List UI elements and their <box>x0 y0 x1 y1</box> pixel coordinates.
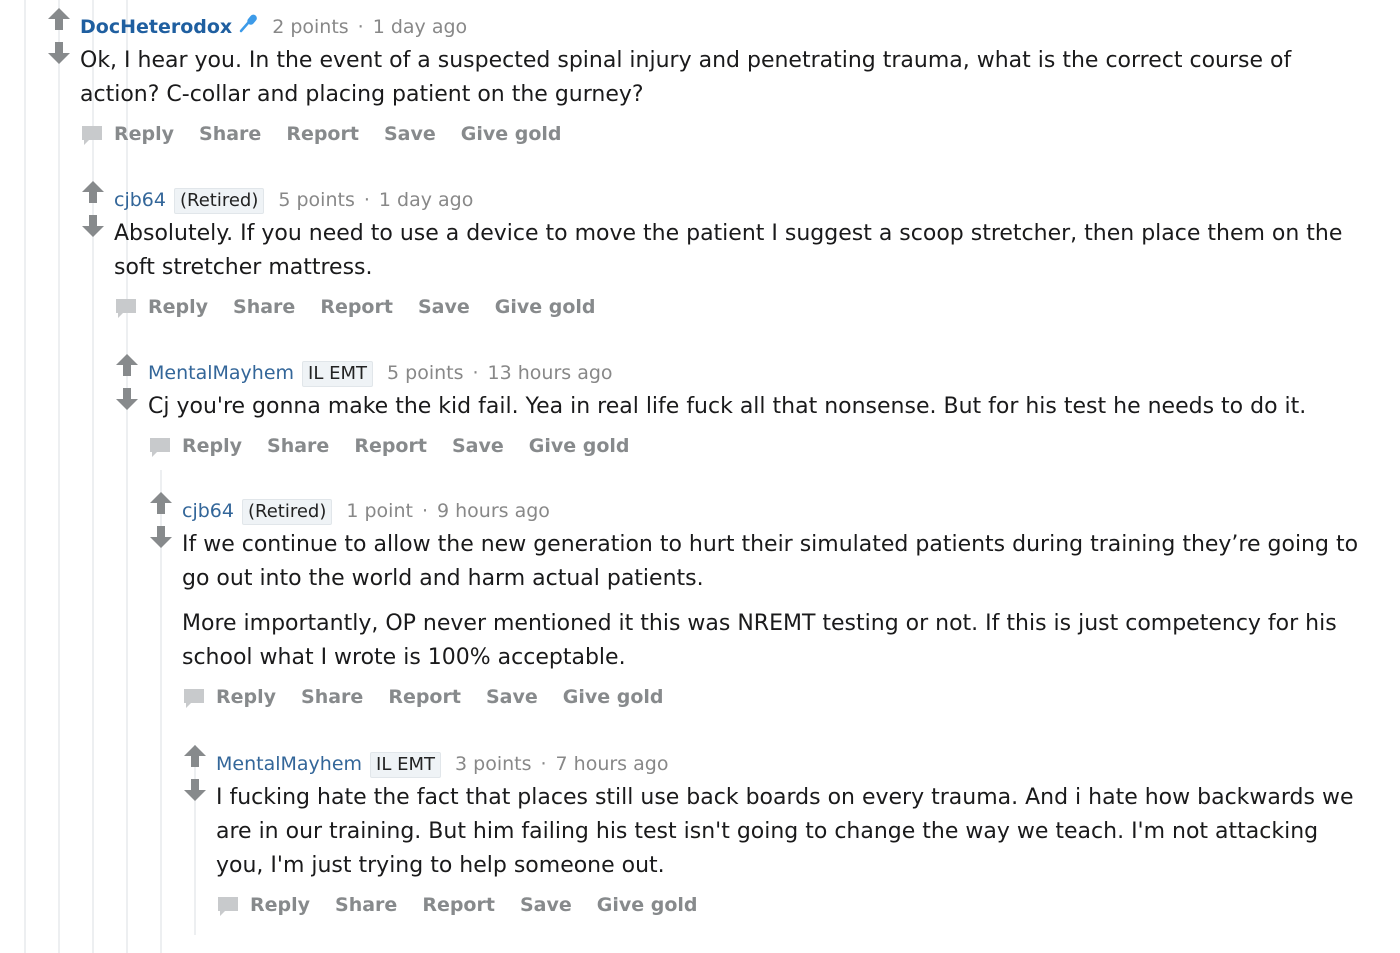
share-button[interactable]: Share <box>199 123 261 145</box>
speech-bubble-icon <box>184 688 204 708</box>
comment-meta: DocHeterodox 2 points · 1 day ago <box>80 12 1360 42</box>
thread-line-level-5[interactable] <box>194 745 196 935</box>
share-button[interactable]: Share <box>233 296 295 318</box>
comment-paragraph: Ok, I hear you. In the event of a suspec… <box>80 48 1292 107</box>
report-button[interactable]: Report <box>320 296 393 318</box>
comment-text: Absolutely. If you need to use a device … <box>114 217 1364 285</box>
thread-line-level-0[interactable] <box>24 0 26 953</box>
microphone-icon <box>238 12 260 43</box>
upvote-arrow-icon[interactable] <box>80 179 106 205</box>
reply-button[interactable]: Reply <box>114 296 208 318</box>
comment-actions: Reply Share Report Save Give gold <box>80 119 1360 149</box>
comment-actions: Reply Share Report Save Give gold <box>148 431 1373 461</box>
save-button[interactable]: Save <box>520 894 572 916</box>
author-link[interactable]: cjb64 <box>114 189 166 211</box>
reply-button[interactable]: Reply <box>80 123 174 145</box>
save-button[interactable]: Save <box>452 435 504 457</box>
user-flair: IL EMT <box>302 361 373 387</box>
separator-dot: · <box>357 16 364 38</box>
give-gold-button[interactable]: Give gold <box>529 435 630 457</box>
comment-paragraph: I fucking hate the fact that places stil… <box>216 785 1354 878</box>
report-button[interactable]: Report <box>354 435 427 457</box>
comment-meta: cjb64 (Retired) 5 points · 1 day ago <box>114 185 1364 215</box>
author-link[interactable]: MentalMayhem <box>148 362 294 384</box>
timestamp[interactable]: 9 hours ago <box>437 500 550 522</box>
save-button[interactable]: Save <box>418 296 470 318</box>
comment-paragraph: Absolutely. If you need to use a device … <box>114 221 1343 280</box>
reply-button[interactable]: Reply <box>148 435 242 457</box>
points: 3 points <box>455 753 532 775</box>
speech-bubble-icon <box>82 125 102 145</box>
thread-line-level-1[interactable] <box>58 0 60 953</box>
comment-body: MentalMayhem IL EMT 5 points · 13 hours ago … <box>148 358 1373 461</box>
upvote-arrow-icon[interactable] <box>148 490 174 516</box>
speech-bubble-icon <box>150 437 170 457</box>
report-button[interactable]: Report <box>286 123 359 145</box>
user-flair: IL EMT <box>370 752 441 778</box>
upvote-arrow-icon[interactable] <box>182 743 208 769</box>
report-button[interactable]: Report <box>422 894 495 916</box>
comment-body: cjb64 (Retired) 1 point · 9 hours ago If we … <box>182 496 1377 712</box>
comment-body: cjb64 (Retired) 5 points · 1 day ago Absolut… <box>114 185 1364 322</box>
speech-bubble-icon <box>116 298 136 318</box>
comment-actions: Reply Share Report Save Give gold <box>114 292 1364 322</box>
comment-text: I fucking hate the fact that places stil… <box>216 781 1361 883</box>
upvote-arrow-icon[interactable] <box>46 6 72 32</box>
author-link[interactable]: MentalMayhem <box>216 753 362 775</box>
author-link[interactable]: cjb64 <box>182 500 234 522</box>
separator-dot: · <box>363 189 370 211</box>
comment-actions: Reply Share Report Save Give gold <box>182 682 1377 712</box>
comment-body: DocHeterodox 2 points · 1 day ago Ok, I hea… <box>80 12 1360 149</box>
downvote-arrow-icon[interactable] <box>182 777 208 803</box>
reply-label: Reply <box>182 435 243 457</box>
comment-text: Ok, I hear you. In the event of a suspec… <box>80 44 1360 112</box>
user-flair: (Retired) <box>241 499 333 525</box>
give-gold-button[interactable]: Give gold <box>495 296 596 318</box>
save-button[interactable]: Save <box>384 123 436 145</box>
report-button[interactable]: Report <box>388 686 461 708</box>
give-gold-button[interactable]: Give gold <box>563 686 664 708</box>
give-gold-button[interactable]: Give gold <box>597 894 698 916</box>
downvote-arrow-icon[interactable] <box>46 40 72 66</box>
reply-label: Reply <box>148 296 209 318</box>
reply-label: Reply <box>216 686 277 708</box>
comment-meta: cjb64 (Retired) 1 point · 9 hours ago <box>182 496 1377 526</box>
speech-bubble-icon <box>218 896 238 916</box>
downvote-arrow-icon[interactable] <box>148 524 174 550</box>
comment-paragraph: Cj you're gonna make the kid fail. Yea i… <box>148 394 1307 419</box>
upvote-arrow-icon[interactable] <box>114 352 140 378</box>
reply-button[interactable]: Reply <box>216 894 310 916</box>
timestamp[interactable]: 1 day ago <box>379 189 473 211</box>
user-flair: (Retired) <box>173 188 265 214</box>
timestamp[interactable]: 13 hours ago <box>488 362 613 384</box>
reply-label: Reply <box>250 894 311 916</box>
author-link[interactable]: DocHeterodox <box>80 16 232 38</box>
points: 1 point <box>346 500 413 522</box>
downvote-arrow-icon[interactable] <box>80 213 106 239</box>
separator-dot: · <box>540 753 547 775</box>
comment-meta: MentalMayhem IL EMT 5 points · 13 hours ago <box>148 358 1373 388</box>
give-gold-button[interactable]: Give gold <box>461 123 562 145</box>
comment-paragraph: More importantly, OP never mentioned it … <box>182 611 1337 670</box>
downvote-arrow-icon[interactable] <box>114 386 140 412</box>
points: 2 points <box>272 16 349 38</box>
share-button[interactable]: Share <box>301 686 363 708</box>
points: 5 points <box>278 189 355 211</box>
reply-button[interactable]: Reply <box>182 686 276 708</box>
timestamp[interactable]: 7 hours ago <box>556 753 669 775</box>
comment-text: Cj you're gonna make the kid fail. Yea i… <box>148 390 1373 424</box>
comment-actions: Reply Share Report Save Give gold <box>216 890 1361 920</box>
share-button[interactable]: Share <box>267 435 329 457</box>
save-button[interactable]: Save <box>486 686 538 708</box>
points: 5 points <box>387 362 464 384</box>
reply-label: Reply <box>114 123 175 145</box>
share-button[interactable]: Share <box>335 894 397 916</box>
separator-dot: · <box>472 362 479 384</box>
separator-dot: · <box>421 500 428 522</box>
comment-paragraph: If we continue to allow the new generati… <box>182 532 1359 591</box>
comment-meta: MentalMayhem IL EMT 3 points · 7 hours ago <box>216 749 1361 779</box>
comment-text: If we continue to allow the new generati… <box>182 528 1377 675</box>
timestamp[interactable]: 1 day ago <box>373 16 467 38</box>
comment-body: MentalMayhem IL EMT 3 points · 7 hours ago I… <box>216 749 1361 920</box>
